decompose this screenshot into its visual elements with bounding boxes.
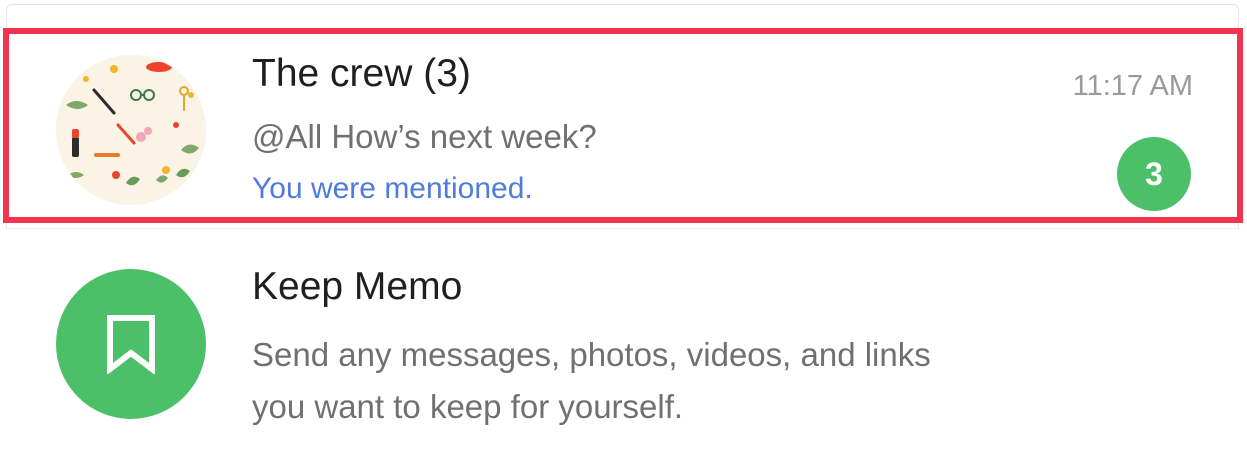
chat-name: The crew (3) xyxy=(252,52,471,95)
message-time: 11:17 AM xyxy=(1072,70,1193,102)
keep-memo-avatar[interactable] xyxy=(56,269,206,419)
description-line-2: you want to keep for yourself. xyxy=(252,388,684,425)
chat-name: Keep Memo xyxy=(252,265,463,308)
last-message: @All How’s next week? xyxy=(252,118,597,155)
bookmark-icon xyxy=(107,315,155,374)
group-illustration-icon xyxy=(56,55,206,205)
unread-badge: 3 xyxy=(1117,137,1191,211)
description-line-1: Send any messages, photos, videos, and l… xyxy=(252,336,931,373)
group-avatar[interactable] xyxy=(56,55,206,205)
chat-row-the-crew[interactable]: The crew (3) @All How’s next week? You w… xyxy=(6,30,1241,222)
keep-memo-description: Send any messages, photos, videos, and l… xyxy=(252,329,1152,433)
mention-notice: You were mentioned. xyxy=(252,172,533,205)
chat-row-keep-memo[interactable]: Keep Memo Send any messages, photos, vid… xyxy=(6,228,1241,465)
